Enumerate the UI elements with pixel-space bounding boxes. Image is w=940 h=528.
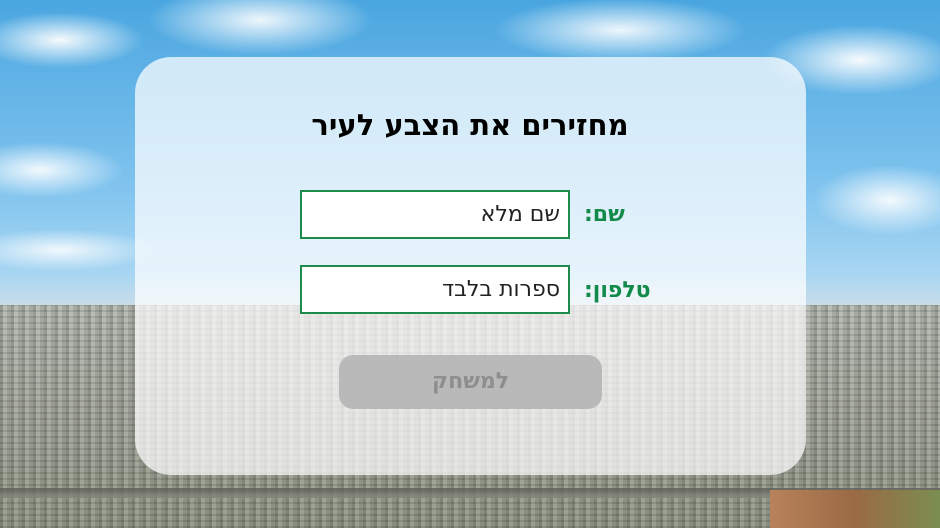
field-background bbox=[770, 490, 940, 528]
phone-label: טלפון: bbox=[584, 278, 651, 303]
phone-input[interactable] bbox=[300, 265, 570, 314]
name-label: שם: bbox=[584, 202, 625, 227]
page-title: מחזירים את הצבע לעיר bbox=[311, 108, 629, 142]
play-button[interactable]: למשחק bbox=[339, 355, 602, 409]
full-name-input[interactable] bbox=[300, 190, 570, 239]
